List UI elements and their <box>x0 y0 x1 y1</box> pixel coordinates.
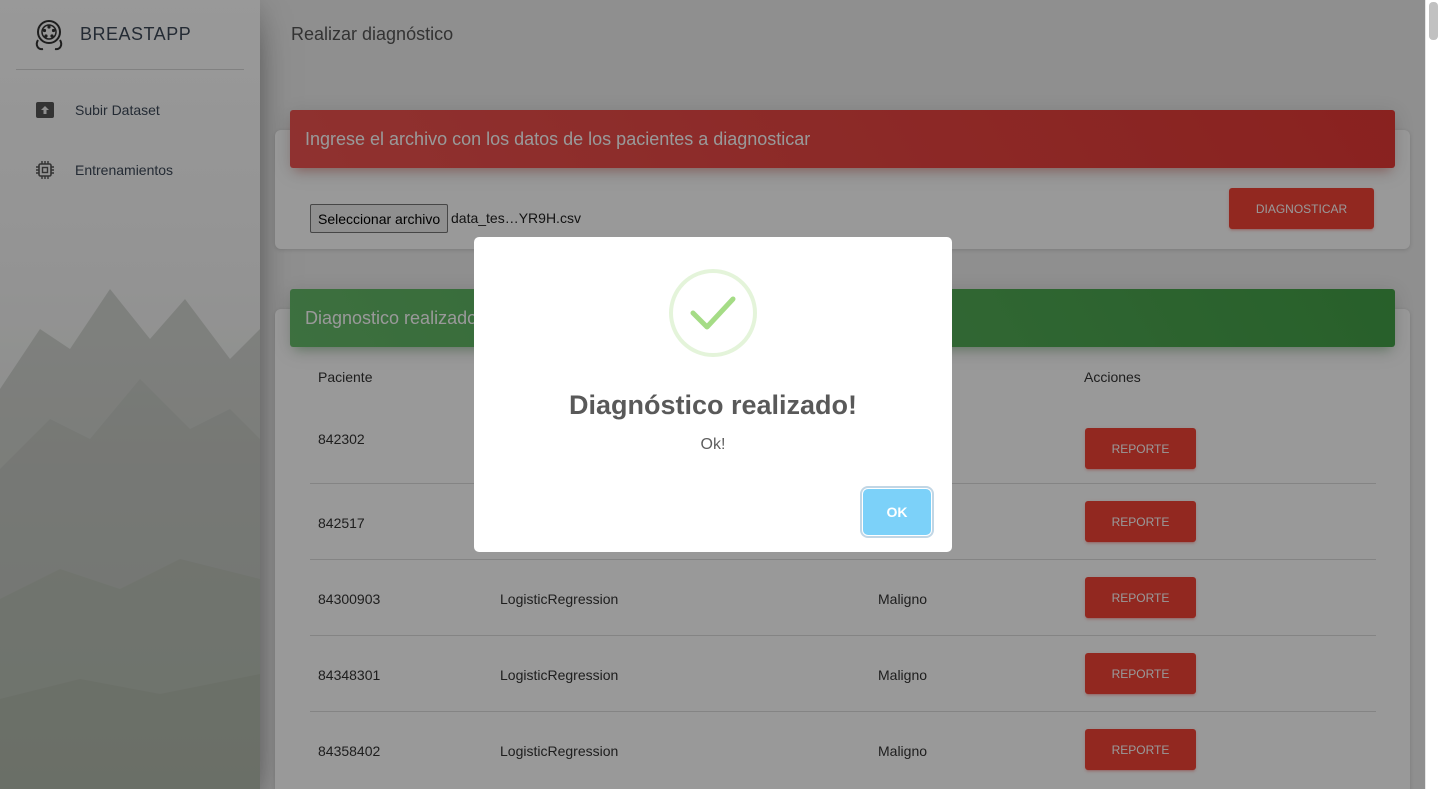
ok-button[interactable]: OK <box>863 489 931 535</box>
success-check-icon <box>669 269 757 357</box>
modal-text: Ok! <box>700 436 726 453</box>
page-scrollbar[interactable] <box>1425 0 1440 789</box>
success-modal: Diagnóstico realizado! Ok! OK <box>474 237 952 552</box>
modal-title: Diagnóstico realizado! <box>568 390 858 420</box>
scrollbar-thumb[interactable] <box>1429 2 1438 40</box>
checkmark-icon <box>690 296 736 330</box>
